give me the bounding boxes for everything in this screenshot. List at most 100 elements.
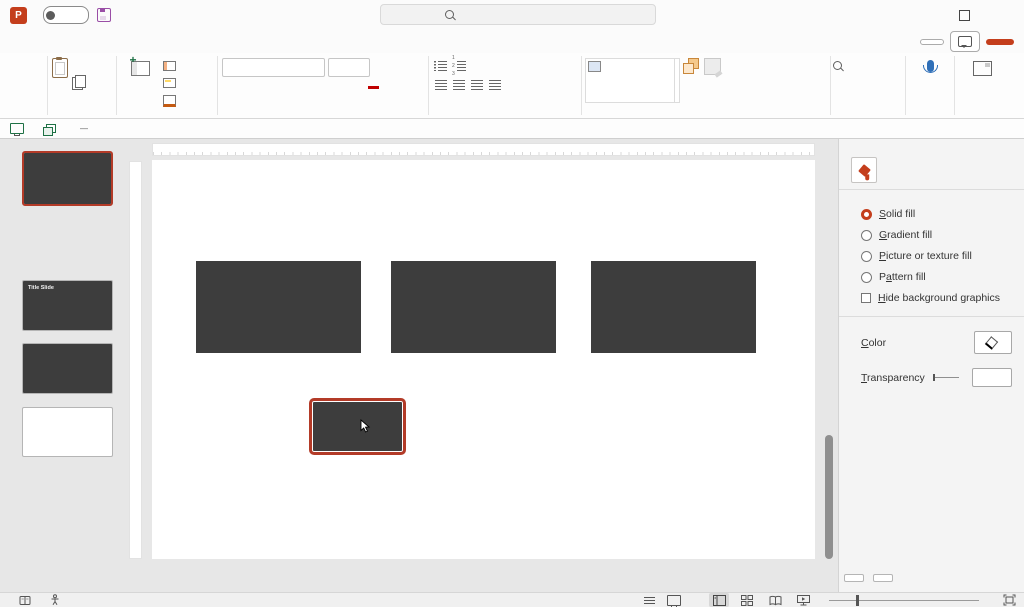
reading-view-button[interactable]	[765, 593, 785, 607]
bullets-button[interactable]	[433, 58, 448, 73]
minimize-button[interactable]	[904, 0, 944, 30]
tab-draw[interactable]	[60, 38, 78, 46]
shape-icon[interactable]	[658, 61, 672, 74]
transparency-slider[interactable]	[932, 374, 959, 381]
convert-smartart-button[interactable]	[553, 77, 568, 92]
radio-icon[interactable]	[861, 271, 872, 283]
tab-record[interactable]	[150, 38, 168, 46]
select-button[interactable]	[833, 93, 839, 108]
slide-3-thumbnail[interactable]	[22, 343, 113, 394]
maximize-button[interactable]	[944, 0, 984, 30]
fill-tab[interactable]	[851, 157, 877, 183]
font-color-button[interactable]	[366, 81, 381, 96]
decrease-indent-button[interactable]	[470, 58, 485, 73]
shape-effects-button[interactable]	[729, 93, 735, 108]
line-spacing-button[interactable]	[506, 58, 521, 73]
tab-review[interactable]	[168, 38, 186, 46]
shape-icon[interactable]	[588, 74, 602, 87]
shape-icon[interactable]	[658, 74, 672, 87]
text-box-icon[interactable]	[588, 61, 601, 72]
close-button[interactable]	[984, 0, 1024, 30]
comments-button[interactable]	[950, 31, 980, 52]
find-button[interactable]	[833, 58, 845, 73]
switch-windows-button[interactable]	[43, 124, 66, 136]
record-button[interactable]	[920, 38, 944, 45]
align-center-button[interactable]	[451, 77, 466, 92]
tab-help[interactable]	[240, 38, 258, 46]
shape-icon[interactable]	[644, 74, 658, 87]
title-slide-image-2[interactable]	[591, 261, 756, 353]
slide-1-thumbnail[interactable]	[22, 151, 113, 206]
color-picker-button[interactable]	[974, 331, 1012, 354]
slide-sorter-view-button[interactable]	[737, 593, 757, 607]
shape-icon[interactable]	[616, 74, 630, 87]
cut-button[interactable]	[72, 58, 86, 73]
tab-view[interactable]	[186, 38, 204, 46]
fill-option-pattern-fill[interactable]: Pattern fill	[861, 271, 1012, 283]
align-right-button[interactable]	[469, 77, 484, 92]
shape-icon[interactable]	[630, 87, 644, 100]
strikethrough-button[interactable]	[294, 81, 309, 96]
quick-styles-button[interactable]	[701, 56, 724, 77]
shape-icon[interactable]	[602, 87, 616, 100]
fill-option-gradient-fill[interactable]: Gradient fill	[861, 229, 1012, 241]
tab-file[interactable]	[6, 38, 24, 46]
zoom-slider-thumb[interactable]	[856, 594, 859, 606]
qat-overflow-button[interactable]: —	[80, 124, 88, 132]
shape-icon[interactable]	[644, 61, 658, 74]
apply-to-all-button[interactable]	[844, 574, 864, 582]
notes-button[interactable]	[644, 596, 659, 604]
layout-button[interactable]	[163, 58, 182, 73]
font-name-combo[interactable]	[222, 58, 325, 77]
change-case-button[interactable]	[330, 81, 345, 96]
radio-icon[interactable]	[861, 229, 872, 241]
fit-slide-to-window-button[interactable]	[1003, 594, 1016, 606]
reset-background-button[interactable]	[873, 574, 893, 582]
shapes-gallery[interactable]	[585, 58, 675, 103]
tab-add-ins[interactable]	[222, 38, 240, 46]
search-box[interactable]	[380, 4, 656, 25]
copy-button[interactable]	[72, 74, 86, 91]
tab-fppt[interactable]	[258, 38, 276, 46]
columns-button[interactable]	[505, 77, 520, 92]
shape-icon[interactable]	[630, 74, 644, 87]
shape-icon[interactable]	[644, 87, 658, 100]
tab-design[interactable]	[78, 38, 96, 46]
tab-developer[interactable]	[204, 38, 222, 46]
text-direction-button[interactable]	[530, 58, 545, 73]
align-left-button[interactable]	[433, 77, 448, 92]
zoom-slider[interactable]	[829, 594, 979, 606]
tab-animations[interactable]	[114, 38, 132, 46]
slide-2-thumbnail[interactable]: Title Slide	[22, 280, 113, 331]
grow-font-button[interactable]	[373, 60, 388, 75]
font-size-combo[interactable]	[327, 58, 370, 77]
autosave-toggle[interactable]	[43, 6, 89, 24]
shape-fill-button[interactable]	[729, 58, 735, 73]
slideshow-view-button[interactable]	[793, 593, 813, 607]
fill-option-picture-or-texture-fill[interactable]: Picture or texture fill	[861, 250, 1012, 262]
tab-transitions[interactable]	[96, 38, 114, 46]
shape-icon[interactable]	[602, 74, 616, 87]
numbering-button[interactable]: 1 2 3	[451, 55, 467, 77]
arrange-button[interactable]	[680, 56, 701, 75]
clear-formatting-button[interactable]	[409, 60, 424, 75]
shrink-font-button[interactable]	[391, 60, 406, 75]
shape-icon[interactable]	[658, 87, 672, 100]
title-slide-image-1[interactable]	[391, 261, 556, 353]
underline-button[interactable]	[258, 81, 273, 96]
align-text-button[interactable]	[535, 77, 550, 92]
section-button[interactable]	[163, 93, 182, 108]
tab-home[interactable]	[24, 38, 42, 46]
checkbox-icon[interactable]	[861, 293, 871, 303]
from-beginning-button[interactable]	[10, 123, 29, 136]
scrollbar-thumb[interactable]	[825, 435, 833, 559]
replace-button[interactable]	[833, 76, 839, 91]
selected-chart-slide-image[interactable]	[309, 398, 406, 455]
spellcheck-book-icon[interactable]	[19, 595, 31, 606]
designer-button[interactable]	[970, 56, 995, 78]
normal-view-button[interactable]	[709, 593, 729, 607]
fill-option-solid-fill[interactable]: Solid fill	[861, 208, 1012, 220]
text-shadow-button[interactable]	[276, 81, 291, 96]
transparency-spinner[interactable]	[972, 368, 1012, 387]
radio-icon[interactable]	[861, 208, 872, 220]
